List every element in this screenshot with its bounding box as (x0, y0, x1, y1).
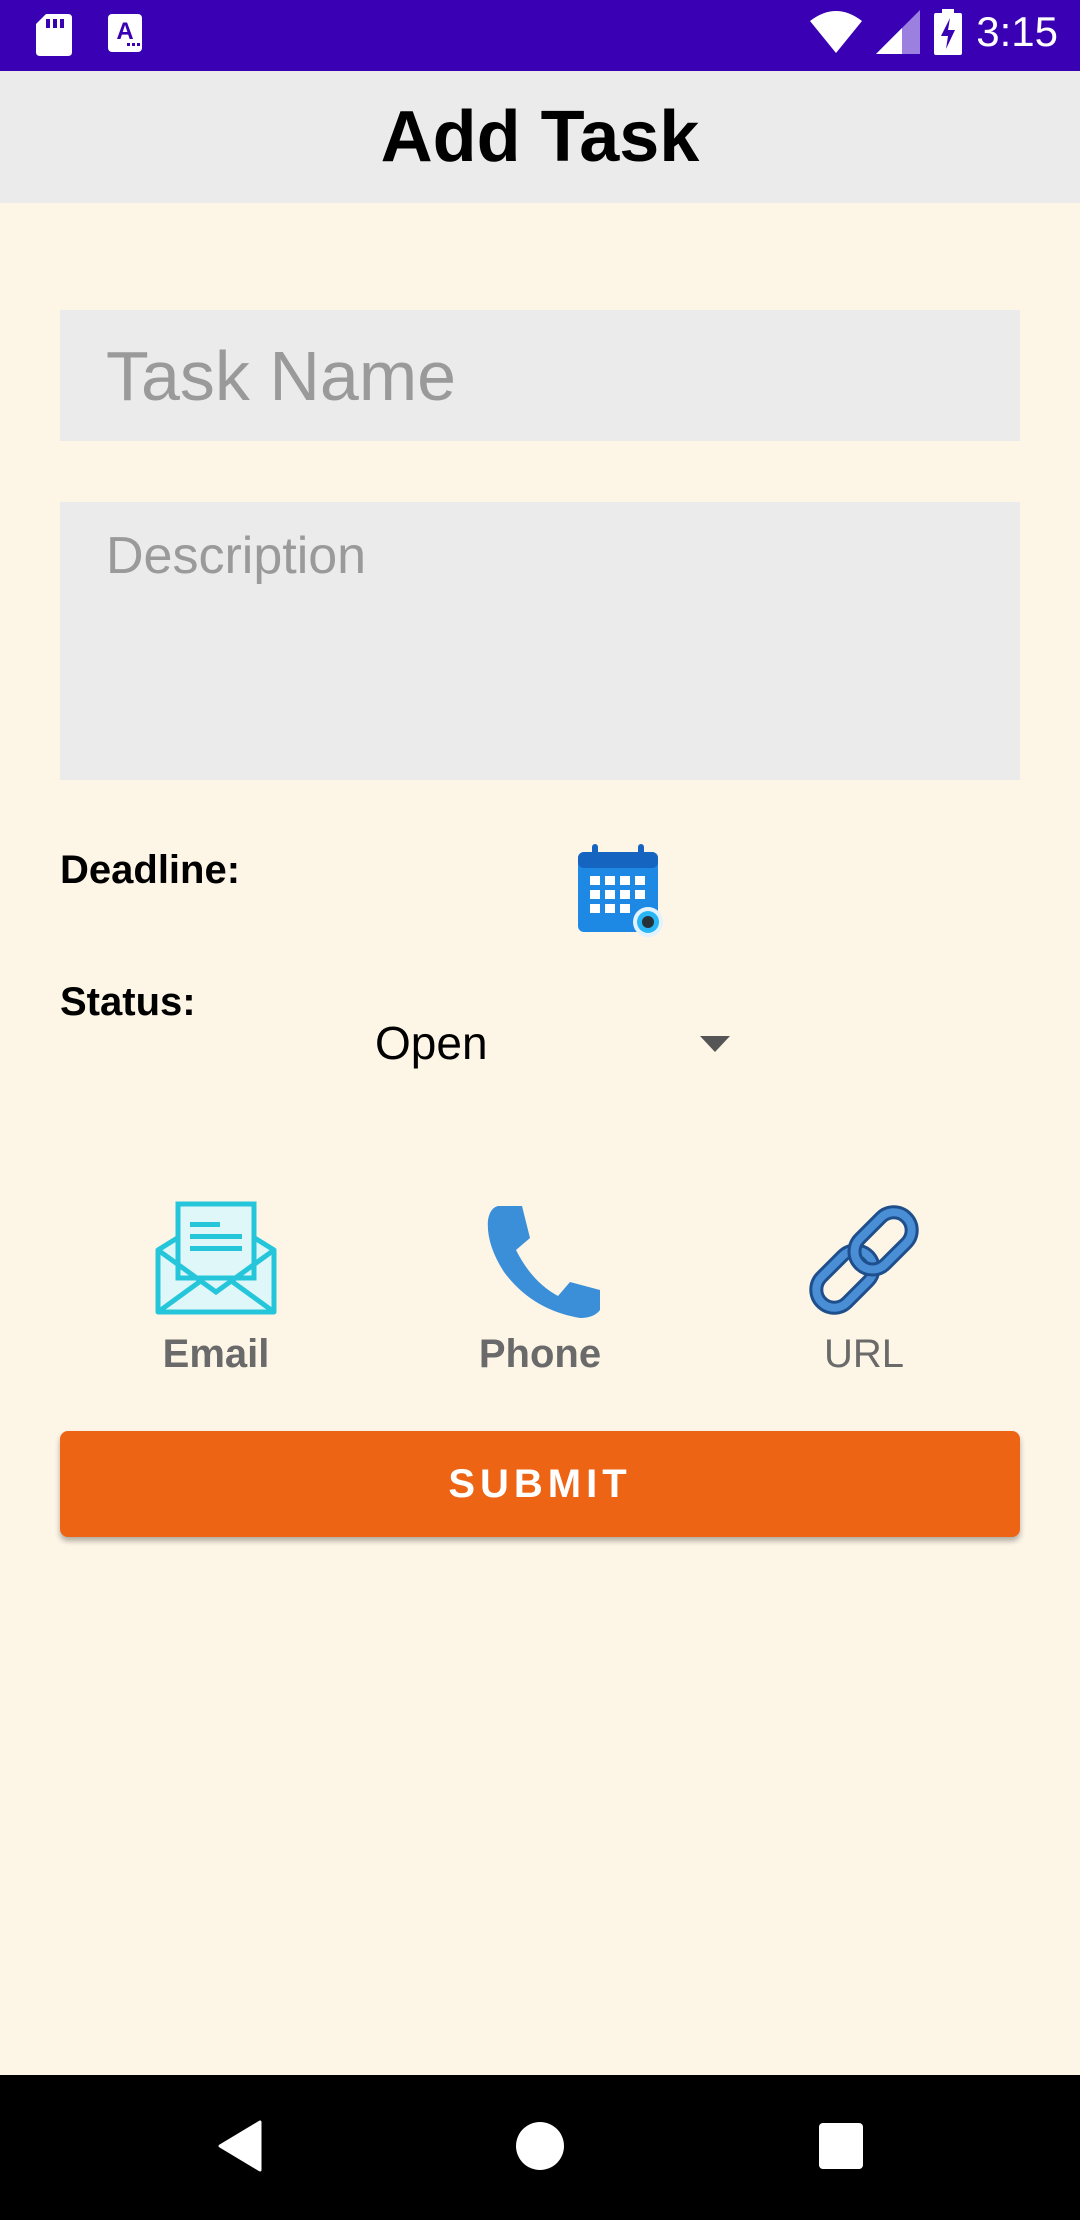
email-label: Email (162, 1332, 270, 1376)
submit-button[interactable]: SUBMIT (60, 1431, 1020, 1537)
app-bar: Add Task (0, 71, 1080, 203)
phone-option[interactable]: Phone (420, 1200, 660, 1377)
phone-label: Phone (478, 1332, 602, 1376)
phone-icon (487, 1206, 600, 1318)
status-dropdown[interactable]: Open (330, 1000, 750, 1086)
signal-icon (876, 10, 921, 54)
task-name-input[interactable] (60, 310, 1020, 441)
url-label: URL (823, 1332, 905, 1376)
navigation-bar (0, 2075, 1080, 2220)
svg-text:A: A (116, 18, 133, 45)
home-icon[interactable] (516, 2120, 564, 2172)
status-bar: A 3:15 (0, 0, 1080, 71)
a-notification-icon: A (108, 14, 142, 52)
wifi-icon (810, 11, 863, 53)
deadline-label: Deadline: (60, 848, 241, 892)
link-icon (809, 1205, 919, 1315)
recents-icon[interactable] (818, 2120, 864, 2172)
description-input[interactable] (60, 502, 1020, 780)
battery-charging-icon (934, 9, 963, 55)
email-option[interactable]: Email (96, 1200, 336, 1377)
back-icon[interactable] (216, 2120, 262, 2172)
status-label: Status: (60, 980, 196, 1024)
sd-card-icon (36, 14, 72, 56)
email-icon (155, 1201, 277, 1315)
page-title: Add Task (380, 97, 700, 177)
url-option[interactable]: URL (744, 1200, 984, 1377)
clock: 3:15 (976, 8, 1058, 55)
status-dropdown-value: Open (375, 1017, 488, 1069)
dropdown-arrow-icon (700, 1036, 730, 1052)
calendar-icon[interactable] (576, 842, 664, 938)
